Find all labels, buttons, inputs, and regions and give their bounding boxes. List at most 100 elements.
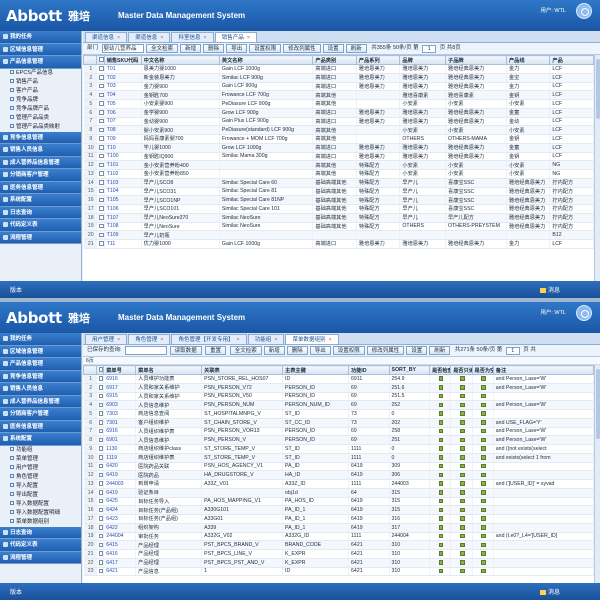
table-cell[interactable]: 6901 <box>103 435 137 445</box>
table-cell[interactable]: 6419 <box>103 488 137 498</box>
tab[interactable]: 角色管理 × <box>128 334 171 344</box>
row-checkbox-cell[interactable] <box>96 540 105 550</box>
checkbox[interactable] <box>438 551 444 556</box>
table-cell[interactable] <box>450 470 473 480</box>
toolbar-button[interactable]: 导出 <box>226 44 248 53</box>
row-checkbox[interactable] <box>98 551 103 556</box>
nav-group[interactable]: 竞争信息管理 <box>0 131 81 144</box>
table-cell[interactable] <box>450 479 473 489</box>
toolbar-button[interactable]: 修改列属性 <box>283 44 321 53</box>
table-cell[interactable] <box>429 435 452 445</box>
column-header[interactable]: 品牌 <box>399 55 447 65</box>
nav-group[interactable]: 分销商客户管理 <box>0 169 81 182</box>
column-header[interactable]: 主表主键 <box>282 365 350 375</box>
table-row[interactable]: 23 6421 产品信息 1 ID 6421 310 <box>83 567 595 577</box>
table-cell[interactable]: 6421 <box>103 567 137 577</box>
nav-group[interactable]: 成人营养品信息管理 <box>0 156 81 169</box>
row-checkbox[interactable] <box>99 197 104 202</box>
nav-group[interactable]: 日志查询 <box>0 206 81 219</box>
toolbar-button[interactable]: 设置 <box>406 346 428 355</box>
table-cell[interactable]: 6423 <box>103 514 137 524</box>
checkbox[interactable] <box>481 393 486 399</box>
table-cell[interactable] <box>472 514 494 524</box>
checkbox[interactable] <box>481 551 486 556</box>
close-icon[interactable]: × <box>160 337 163 343</box>
checkbox[interactable] <box>438 533 444 539</box>
tab[interactable]: 角色管理【开发专用】 × <box>171 334 247 344</box>
row-checkbox[interactable] <box>99 66 104 71</box>
row-checkbox[interactable] <box>98 446 103 451</box>
table-cell[interactable]: T108 <box>104 222 142 232</box>
row-checkbox[interactable] <box>99 171 104 176</box>
row-checkbox-cell[interactable] <box>96 392 105 402</box>
nav-sub-item[interactable]: 功能组 <box>0 446 81 455</box>
row-checkbox[interactable] <box>99 153 104 159</box>
table-cell[interactable]: 6915 <box>103 392 137 402</box>
table-row[interactable]: 6 T06 金学婴900 Grow LCF 900g 高端进口 雅培恩美力 雅培恩美力 雅培经… <box>83 108 594 118</box>
checkbox[interactable] <box>481 437 486 442</box>
tab[interactable]: 科室信息 × <box>171 32 214 42</box>
nav-group[interactable]: 流程管理 <box>0 231 81 244</box>
row-checkbox[interactable] <box>98 437 103 442</box>
nav-sub-item[interactable]: 菜单管理 <box>0 455 81 464</box>
nav-sub-item[interactable]: 销售产品 <box>0 78 81 87</box>
row-checkbox[interactable] <box>98 463 103 469</box>
table-cell[interactable]: T106 <box>104 204 142 214</box>
row-checkbox-cell[interactable] <box>96 427 105 437</box>
checkbox[interactable] <box>438 525 444 530</box>
column-header[interactable]: 关联表 <box>201 365 284 375</box>
row-checkbox-cell[interactable] <box>96 558 105 568</box>
table-row[interactable]: 11 6420 医院药品关联 PSN_HOS_AGENCY_V1 PA_ID 6419 30… <box>83 462 595 472</box>
row-checkbox[interactable] <box>98 455 103 460</box>
row-checkbox[interactable] <box>99 92 104 97</box>
checkbox[interactable] <box>481 542 486 547</box>
checkbox[interactable] <box>460 568 465 574</box>
vertical-scrollbar[interactable] <box>594 55 600 281</box>
toolbar-button[interactable]: 设置权限 <box>332 346 365 355</box>
toolbar-button[interactable]: 新增 <box>180 44 202 53</box>
column-header[interactable]: 备注 <box>492 365 595 375</box>
table-cell[interactable] <box>429 374 452 384</box>
table-cell[interactable] <box>472 453 494 463</box>
table-cell[interactable] <box>450 549 473 559</box>
toolbar-button[interactable]: 全文检索 <box>146 44 179 53</box>
row-checkbox[interactable] <box>99 83 104 89</box>
row-checkbox[interactable] <box>98 516 103 521</box>
row-checkbox[interactable] <box>99 232 104 237</box>
table-cell[interactable] <box>472 444 494 454</box>
table-cell[interactable] <box>472 497 494 507</box>
row-checkbox[interactable] <box>98 420 103 425</box>
table-cell[interactable]: 6916 <box>103 427 137 437</box>
column-header[interactable]: 产品线 <box>505 55 551 65</box>
nav-sub-item[interactable]: 用户管理 <box>0 464 81 473</box>
row-checkbox-cell[interactable] <box>96 479 105 489</box>
row-checkbox[interactable] <box>98 393 103 399</box>
table-cell[interactable] <box>429 392 452 402</box>
table-cell[interactable] <box>472 549 494 559</box>
nav-group[interactable]: 系统配置 <box>0 433 81 446</box>
table-cell[interactable] <box>472 435 494 445</box>
row-checkbox-cell[interactable] <box>96 152 105 162</box>
table-cell[interactable]: T05 <box>104 99 142 109</box>
checkbox[interactable] <box>481 428 486 434</box>
nav-group[interactable]: 销售人员信息 <box>0 144 81 157</box>
table-row[interactable]: 15 T104 早产儿SCO31 Similac Special Care 81 基础高… <box>83 187 594 197</box>
nav-group[interactable]: 代码定义表 <box>0 539 81 552</box>
table-cell[interactable]: T07 <box>104 117 142 127</box>
close-icon[interactable]: × <box>236 337 239 343</box>
table-cell[interactable]: 6420 <box>103 462 137 472</box>
row-checkbox[interactable] <box>99 215 104 220</box>
nav-sub-item[interactable]: 导入数据配置 <box>0 500 81 509</box>
checkbox[interactable] <box>460 463 465 469</box>
row-checkbox-cell[interactable] <box>96 82 105 92</box>
column-header[interactable]: 是否检查 <box>428 365 452 375</box>
nav-sub-item[interactable]: 导入数据配置明细 <box>0 509 81 518</box>
row-checkbox-cell[interactable] <box>96 178 105 188</box>
select-all-checkbox[interactable] <box>98 367 103 372</box>
table-cell[interactable] <box>472 488 494 498</box>
column-header[interactable]: 产品类别 <box>312 55 357 65</box>
table-row[interactable]: 21 T11 优力婴1000 Gain LCF 1000g 高端进口 雅培恩美力 雅培恩美力… <box>83 239 594 249</box>
reset-button[interactable]: 重置 <box>205 346 227 355</box>
row-checkbox[interactable] <box>98 507 103 512</box>
row-checkbox-cell[interactable] <box>96 418 105 428</box>
